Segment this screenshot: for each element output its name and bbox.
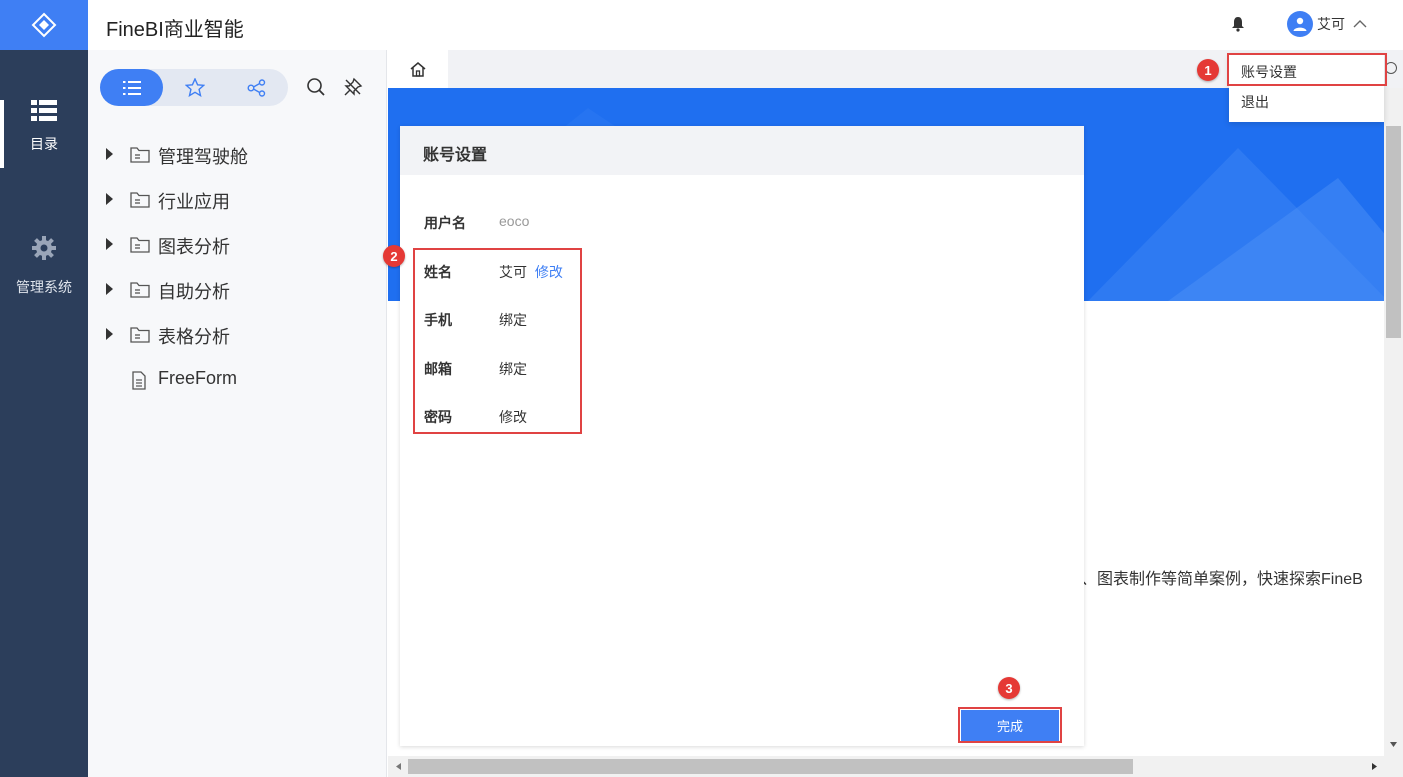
folder-icon [130,282,150,298]
annotation-marker-3: 3 [998,677,1020,699]
user-name: 艾可 [1317,16,1345,32]
annotation-box-3 [958,707,1062,743]
tree-item-label: 自助分析 [158,282,230,302]
tree-item[interactable]: 自助分析 [88,267,387,312]
tree-item-label: 行业应用 [158,192,230,212]
chevron-up-icon [1353,20,1367,28]
tree-item[interactable]: 图表分析 [88,222,387,267]
pin-button[interactable] [343,77,363,102]
nav-item-label: 管理系统 [16,279,72,295]
folder-icon [130,237,150,253]
tree-item[interactable]: FreeForm [88,357,387,402]
pin-icon [344,77,363,96]
tree-item[interactable]: 管理驾驶舱 [88,132,387,177]
home-icon [410,61,426,77]
caret-right-icon[interactable] [106,148,113,160]
gear-icon [32,236,56,260]
search-icon [307,78,325,96]
list-icon [122,80,141,95]
scrollbar-thumb[interactable] [1386,126,1401,338]
directory-panel: 管理驾驶舱 行业应用 图表分析 自助分析 表格分析 FreeForm [88,50,387,777]
app-logo[interactable] [0,0,88,50]
tree-item-label: 管理驾驶舱 [158,147,248,167]
tab-shared[interactable] [225,69,288,106]
nav-item-label: 目录 [30,136,58,152]
list-icon [31,100,57,121]
field-label: 用户名 [424,215,466,231]
account-settings-dialog: 账号设置 用户名 eoco 姓名 艾可 修改 手机 绑定 邮箱 绑定 密码 修改… [400,126,1084,746]
dialog-header: 账号设置 [400,126,1084,175]
file-icon [132,371,146,390]
menu-item-logout[interactable]: 退出 [1241,92,1269,112]
caret-right-icon[interactable] [106,193,113,205]
view-switcher [100,69,288,106]
left-nav: 目录 管理系统 [0,0,88,777]
tree-item[interactable]: 行业应用 [88,177,387,222]
annotation-box-1 [1227,53,1387,86]
scroll-right-icon[interactable] [1367,756,1381,777]
avatar [1287,11,1313,37]
caret-right-icon[interactable] [106,283,113,295]
tab-directory[interactable] [100,69,163,106]
folder-icon [130,192,150,208]
user-menu-toggle[interactable]: 艾可 [1287,11,1367,37]
tab-home[interactable] [388,50,448,88]
folder-icon [130,327,150,343]
app-title: FineBI商业智能 [106,19,244,41]
tree-item[interactable]: 表格分析 [88,312,387,357]
tab-favorites[interactable] [163,69,226,106]
logo-icon [31,12,57,38]
share-icon [247,78,265,97]
caret-right-icon[interactable] [106,328,113,340]
vertical-scrollbar[interactable] [1384,88,1403,756]
tree-item-label: 表格分析 [158,327,230,347]
scrollbar-thumb[interactable] [408,759,1133,774]
nav-item-directory[interactable]: 目录 [0,100,88,154]
annotation-marker-2: 2 [383,245,405,267]
field-value: eoco [499,213,530,229]
search-button[interactable] [306,77,326,102]
notification-button[interactable] [1231,16,1245,37]
scroll-left-icon[interactable] [392,756,406,777]
nav-item-management[interactable]: 管理系统 [0,235,88,297]
top-header: FineBI商业智能 艾可 [88,0,1403,50]
caret-right-icon[interactable] [106,238,113,250]
user-icon [1293,17,1307,31]
tree-item-label: 图表分析 [158,237,230,257]
welcome-description: 、图表制作等简单案例，快速探索FineB [1081,571,1363,588]
tree-item-label: FreeForm [158,368,238,388]
dialog-title: 账号设置 [423,147,488,164]
horizontal-scrollbar[interactable] [388,756,1403,777]
annotation-box-2 [413,248,582,434]
bell-icon [1232,17,1244,32]
directory-tree: 管理驾驶舱 行业应用 图表分析 自助分析 表格分析 FreeForm [88,132,387,402]
scroll-down-icon[interactable] [1384,738,1403,752]
star-icon [184,78,205,97]
folder-icon [130,147,150,163]
annotation-marker-1: 1 [1197,59,1219,81]
